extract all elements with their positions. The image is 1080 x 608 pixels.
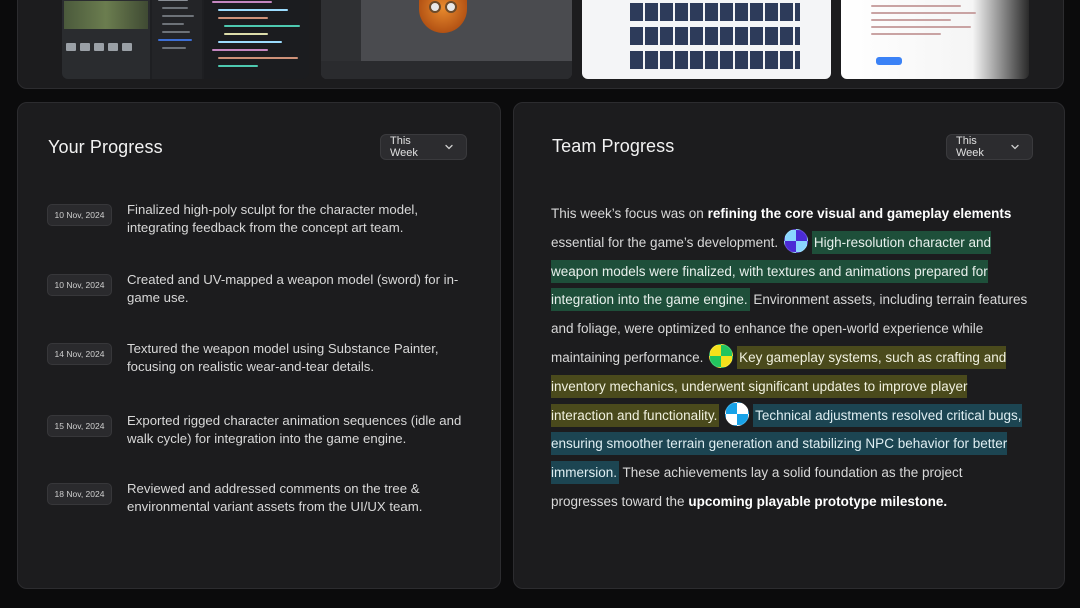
team-member-avatar[interactable] — [709, 344, 734, 369]
asset-grid-screenshot-thumbnail[interactable] — [582, 0, 831, 79]
screenshot-strip — [17, 0, 1064, 89]
date-badge: 15 Nov, 2024 — [47, 415, 112, 437]
entry-text: Textured the weapon model using Substanc… — [127, 341, 439, 374]
team-progress-summary: This week’s focus was on refining the co… — [551, 200, 1031, 517]
date-badge: 14 Nov, 2024 — [47, 343, 112, 365]
entry-text: Created and UV-mapped a weapon model (sw… — [127, 272, 459, 305]
team-progress-card: Team Progress This Week This week’s focu… — [513, 102, 1065, 589]
your-progress-period-dropdown[interactable]: This Week — [380, 134, 467, 160]
chevron-down-icon — [1010, 142, 1020, 152]
team-member-avatar[interactable] — [725, 402, 750, 427]
editor-screenshot-thumbnail[interactable] — [62, 0, 309, 79]
summary-bold-text: refining the core visual and gameplay el… — [707, 206, 1012, 221]
chevron-down-icon — [444, 142, 454, 152]
3d-model-screenshot-thumbnail[interactable] — [321, 0, 572, 79]
dropdown-label: This Week — [390, 135, 418, 159]
team-progress-period-dropdown[interactable]: This Week — [946, 134, 1033, 160]
summary-text — [719, 408, 723, 423]
document-screenshot-thumbnail[interactable] — [841, 0, 1029, 79]
entry-text: Finalized high-poly sculpt for the chara… — [127, 202, 419, 235]
your-progress-card: Your Progress This Week 10 Nov, 2024 Fin… — [17, 102, 501, 589]
your-progress-title: Your Progress — [48, 137, 163, 157]
date-badge: 10 Nov, 2024 — [47, 204, 112, 226]
dropdown-label: This Week — [956, 135, 984, 159]
summary-text: essential for the game’s development. — [551, 234, 782, 250]
team-member-avatar[interactable] — [783, 229, 808, 254]
date-badge: 18 Nov, 2024 — [47, 483, 112, 505]
entry-text: Exported rigged character animation sequ… — [127, 413, 462, 446]
entry-text: Reviewed and addressed comments on the t… — [127, 481, 423, 514]
date-badge: 10 Nov, 2024 — [47, 274, 112, 296]
summary-text: This week’s focus was on — [551, 206, 708, 221]
team-progress-title: Team Progress — [552, 136, 675, 156]
summary-bold-text: upcoming playable prototype milestone. — [688, 493, 948, 509]
